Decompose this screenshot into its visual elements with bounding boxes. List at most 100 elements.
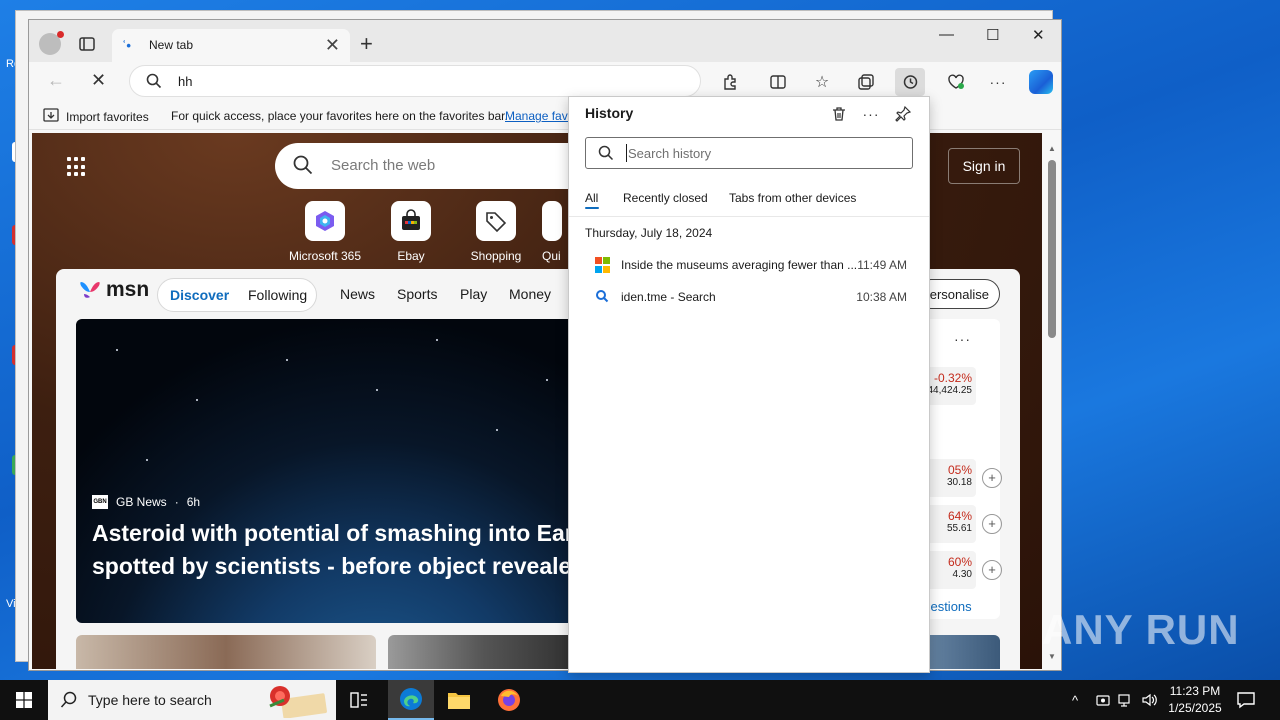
history-item-title: iden.tme - Search [621, 290, 716, 304]
import-favorites-label: Import favorites [66, 109, 149, 124]
close-window-button[interactable]: ✕ [1032, 26, 1045, 44]
favorites-hint: For quick access, place your favorites h… [171, 109, 508, 123]
volume-icon[interactable] [1142, 680, 1158, 720]
search-icon [595, 289, 611, 305]
source-age: 6h [186, 495, 201, 509]
ebay-icon [391, 201, 431, 241]
source-age-separator: · [174, 495, 179, 509]
collections-icon[interactable] [851, 68, 881, 96]
tab-title: New tab [149, 38, 194, 52]
notifications-icon[interactable] [1236, 690, 1256, 713]
feed-pill-group: Discover Following [157, 278, 317, 312]
new-tab-button[interactable]: + [360, 32, 373, 56]
file-explorer-icon[interactable] [436, 680, 482, 720]
stop-loading-icon[interactable]: ✕ [91, 70, 106, 91]
feed-nav-news[interactable]: News [340, 286, 375, 302]
network-icon[interactable] [1118, 680, 1134, 720]
shopping-tag-icon [476, 201, 516, 241]
manage-favorites-link[interactable]: Manage favo [505, 109, 574, 123]
quick-link-label: Ebay [397, 249, 425, 263]
favorites-star-icon[interactable]: ☆ [807, 68, 837, 96]
extensions-icon[interactable] [715, 68, 745, 96]
history-item-time: 10:38 AM [856, 290, 907, 304]
taskbar-clock[interactable]: 11:23 PM 1/25/2025 [1160, 683, 1230, 717]
article-thumbnail[interactable] [388, 635, 578, 669]
search-icon [60, 691, 78, 712]
history-item[interactable]: iden.tme - Search 10:38 AM [585, 283, 913, 311]
history-item[interactable]: Inside the museums averaging fewer than … [585, 251, 913, 279]
taskbar-search-box[interactable]: Type here to search [48, 680, 336, 720]
tab-discover[interactable]: Discover [170, 287, 229, 303]
scroll-up-icon[interactable]: ▲ [1048, 144, 1056, 153]
hero-source: GBN GB News · 6h [92, 495, 200, 509]
feed-nav-sports[interactable]: Sports [397, 286, 437, 302]
history-item-time: 11:49 AM [857, 258, 907, 272]
tab-close-icon[interactable]: ✕ [325, 35, 340, 55]
tab-recently-closed[interactable]: Recently closed [623, 191, 708, 205]
add-stock-icon[interactable]: + [982, 514, 1002, 534]
history-search-box[interactable] [585, 137, 913, 169]
msn-logo[interactable]: msn [78, 278, 149, 302]
quick-link-ebay[interactable]: Ebay [371, 201, 451, 263]
maximize-button[interactable]: ☐ [986, 26, 999, 44]
start-windows-icon[interactable] [0, 680, 48, 720]
card-more-icon[interactable]: ··· [954, 331, 971, 347]
hero-article-card[interactable]: GBN GB News · 6h Asteroid with potential… [76, 319, 576, 623]
scroll-thumb[interactable] [1048, 160, 1056, 338]
taskbar-search-placeholder: Type here to search [88, 692, 212, 708]
copilot-icon[interactable] [1029, 70, 1053, 94]
history-icon[interactable] [895, 68, 925, 96]
article-thumbnail[interactable] [76, 635, 376, 669]
back-arrow-icon[interactable]: ← [47, 70, 65, 91]
more-options-icon[interactable]: ··· [983, 68, 1013, 96]
history-more-icon[interactable]: ··· [859, 103, 883, 125]
history-title: History [585, 105, 634, 121]
task-view-icon[interactable] [336, 680, 382, 720]
edge-taskbar-icon[interactable] [388, 680, 434, 720]
tab-other-devices[interactable]: Tabs from other devices [729, 191, 856, 205]
show-hidden-icons-chevron-icon[interactable]: ^ [1072, 680, 1078, 720]
add-stock-icon[interactable]: + [982, 560, 1002, 580]
history-search-input[interactable] [626, 144, 896, 162]
loading-favicon-icon: ʿ• [122, 38, 131, 53]
import-favorites-button[interactable]: Import favorites [43, 108, 149, 125]
quick-link-label: Shopping [470, 249, 522, 263]
delete-history-icon[interactable] [827, 103, 851, 125]
history-flyout: History ··· All Recently closed Tabs fro… [568, 96, 930, 673]
import-icon [43, 108, 59, 125]
app-launcher-icon[interactable] [67, 157, 87, 177]
tab-new-tab[interactable]: ʿ• New tab ✕ [112, 29, 350, 62]
search-icon [146, 73, 162, 92]
page-scrollbar[interactable]: ▲ ▼ [1045, 136, 1059, 668]
add-stock-icon[interactable]: + [982, 468, 1002, 488]
feed-nav-play[interactable]: Play [460, 286, 487, 302]
pin-icon[interactable] [891, 103, 915, 125]
address-bar[interactable]: hh [129, 65, 701, 97]
meet-now-icon[interactable] [1096, 680, 1110, 720]
microsoft-logo-icon [595, 257, 611, 273]
clock-time: 11:23 PM [1169, 684, 1221, 698]
divider [569, 216, 929, 217]
tab-following[interactable]: Following [248, 287, 307, 303]
minimize-button[interactable]: — [939, 26, 954, 43]
active-tab-indicator [585, 207, 599, 209]
firefox-icon[interactable] [486, 680, 532, 720]
quick-link-microsoft-365[interactable]: Microsoft 365 [285, 201, 365, 263]
web-search-box[interactable]: Search the web [275, 143, 595, 189]
anyrun-watermark: ANY RUN [1042, 606, 1240, 653]
profile-avatar[interactable] [39, 31, 64, 55]
split-screen-icon[interactable] [763, 68, 793, 96]
address-input[interactable]: hh [178, 74, 192, 89]
tab-all[interactable]: All [585, 191, 598, 205]
taskbar: Type here to search ^ 11:23 PM 1/25/2025 [0, 680, 1280, 720]
quick-link-label: Qui [542, 249, 561, 263]
tab-actions-icon[interactable] [77, 34, 97, 54]
sign-in-button[interactable]: Sign in [948, 148, 1020, 184]
browser-essentials-icon[interactable] [941, 68, 971, 96]
search-icon [598, 145, 614, 164]
feed-nav-money[interactable]: Money [509, 286, 551, 302]
history-date-heading: Thursday, July 18, 2024 [585, 226, 713, 240]
hero-headline-line: spotted by scientists - before object re… [92, 553, 572, 579]
hero-headline-line: Asteroid with potential of smashing into… [92, 520, 574, 546]
quick-link-shopping[interactable]: Shopping [456, 201, 536, 263]
